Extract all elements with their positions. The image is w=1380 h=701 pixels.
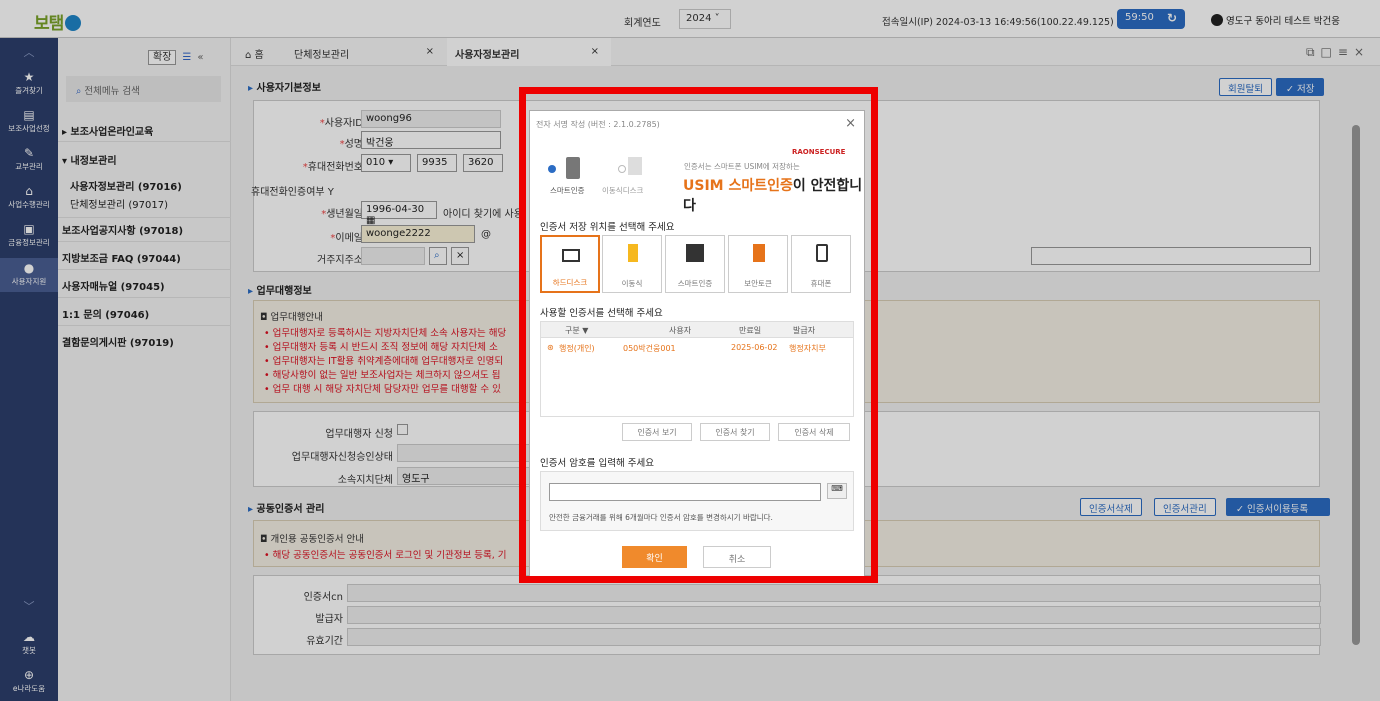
page: 보탬 회계연도 2024 ˅ 접속일시(IP) 2024-03-13 16:49… <box>0 0 1380 701</box>
highlight-frame <box>519 87 878 583</box>
